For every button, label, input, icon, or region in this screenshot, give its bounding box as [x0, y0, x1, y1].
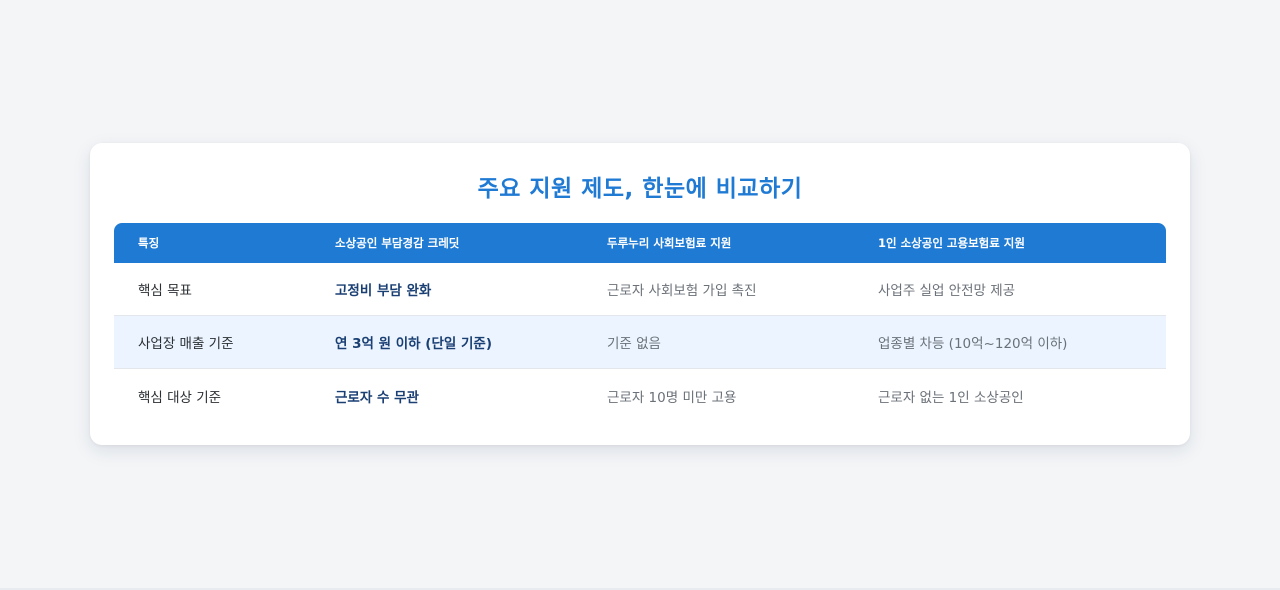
header-durunuri: 두루누리 사회보험료 지원 [583, 223, 854, 263]
row-durunuri-cell: 근로자 사회보험 가입 촉진 [583, 263, 854, 316]
row-feature-cell: 핵심 목표 [114, 263, 311, 316]
table-row: 사업장 매출 기준 연 3억 원 이하 (단일 기준) 기준 없음 업종별 차등… [114, 316, 1166, 369]
row-feature-cell: 핵심 대상 기준 [138, 389, 222, 406]
row-feature-cell: 사업장 매출 기준 [114, 316, 311, 369]
row-credit-cell: 연 3억 원 이하 (단일 기준) [311, 316, 583, 369]
table-body: 핵심 목표 고정비 부담 완화 근로자 사회보험 가입 촉진 사업주 실업 안전… [114, 263, 1166, 422]
header-feature: 특징 [114, 223, 311, 263]
table-header: 특징 소상공인 부담경감 크레딧 두루누리 사회보험료 지원 1인 소상공인 고… [114, 223, 1166, 263]
table-row: 핵심 대상 기준 근로자 수 무관 근로자 10명 미만 고용 근로자 없는 1… [114, 369, 1166, 422]
table-row: 핵심 목표 고정비 부담 완화 근로자 사회보험 가입 촉진 사업주 실업 안전… [114, 263, 1166, 316]
row-credit-cell: 고정비 부담 완화 [311, 263, 583, 316]
header-one-person: 1인 소상공인 고용보험료 지원 [854, 223, 1166, 263]
row-credit-cell: 근로자 수 무관 [335, 389, 419, 406]
row-one-person-cell: 근로자 없는 1인 소상공인 [878, 389, 1024, 406]
row-durunuri-cell: 근로자 10명 미만 고용 [607, 389, 737, 406]
row-one-person-cell: 업종별 차등 (10억~120억 이하) [854, 316, 1166, 369]
comparison-card: 주요 지원 제도, 한눈에 비교하기 특징 소상공인 부담경감 크레딧 두루누리… [90, 143, 1190, 445]
row-durunuri-cell: 기준 없음 [583, 316, 854, 369]
header-row: 특징 소상공인 부담경감 크레딧 두루누리 사회보험료 지원 1인 소상공인 고… [114, 223, 1166, 263]
row-one-person-cell: 사업주 실업 안전망 제공 [854, 263, 1166, 316]
header-credit: 소상공인 부담경감 크레딧 [311, 223, 583, 263]
page-title: 주요 지원 제도, 한눈에 비교하기 [477, 176, 803, 202]
comparison-table: 특징 소상공인 부담경감 크레딧 두루누리 사회보험료 지원 1인 소상공인 고… [114, 223, 1166, 422]
